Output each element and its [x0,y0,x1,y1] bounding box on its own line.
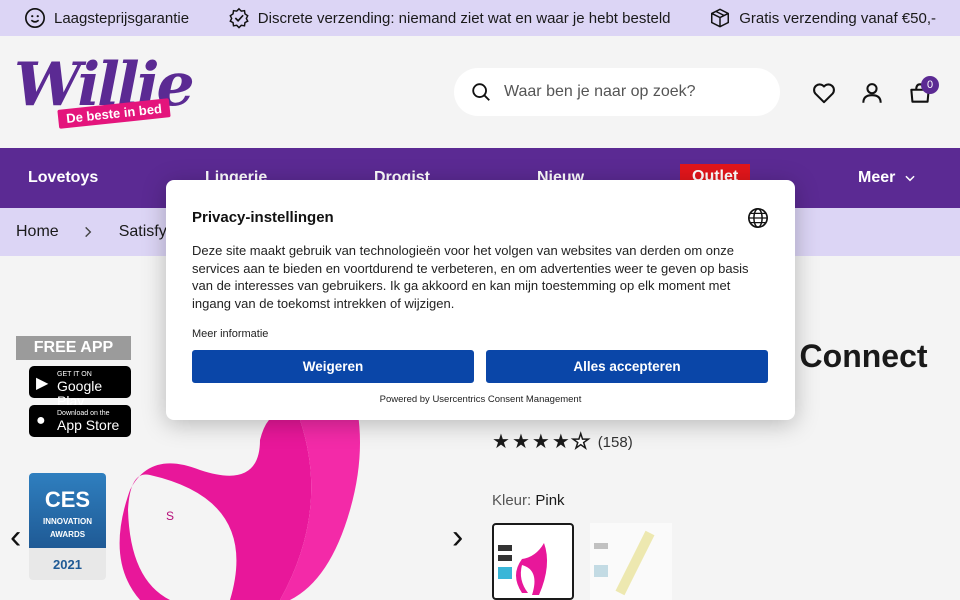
breadcrumb-home[interactable]: Home [16,223,59,241]
usp-item-discreet: Discrete verzending: niemand ziet wat en… [228,7,671,29]
google-play-icon: ▶ [36,375,49,392]
logo[interactable]: Willie De beste in bed [14,50,195,136]
usp-label: Gratis verzending vanaf €50,- [739,9,936,27]
apple-icon: ● [36,412,46,429]
gallery-next-arrow[interactable]: › [452,520,463,554]
nav-item-lovetoys[interactable]: Lovetoys [28,148,98,208]
color-selector-label: Kleur: Pink [492,492,565,509]
gallery-prev-arrow[interactable]: ‹ [10,520,21,554]
product-title: t Connect [780,338,928,374]
star-empty-icon: ★ [571,431,590,453]
nav-item-more[interactable]: Meer [858,148,917,208]
ces-title: CES [44,487,91,512]
package-icon [711,8,730,28]
star-icon: ★ [531,431,550,453]
search-input[interactable] [504,83,744,101]
swatch-thumbnail [594,530,655,596]
consent-title: Privacy-instellingen [192,209,334,226]
accept-all-button[interactable]: Alles accepteren [486,350,768,383]
review-count[interactable]: (158) [598,434,633,451]
usp-item-price: Laagsteprijsgarantie [24,7,189,29]
account-icon[interactable] [859,80,885,106]
color-swatch-pink[interactable] [492,523,574,600]
usp-label: Discrete verzending: niemand ziet wat en… [257,9,671,27]
free-app-label: FREE APP [16,336,131,360]
deny-button[interactable]: Weigeren [192,350,474,383]
color-swatch-yellow[interactable] [590,523,672,600]
heart-icon[interactable] [811,80,837,106]
swatch-thumbnail [498,543,548,595]
svg-text:S: S [166,509,174,523]
more-info-link[interactable]: Meer informatie [192,328,268,340]
search-bar[interactable] [454,68,780,116]
search-icon[interactable] [470,81,492,103]
chevron-right-icon [84,226,92,238]
ces-line1: INNOVATION [42,517,93,526]
color-value: Pink [535,492,565,509]
chevron-down-icon [905,175,915,182]
badge-check-icon [229,7,249,29]
star-icon: ★ [551,431,570,453]
cart-count-badge: 0 [921,76,939,94]
nav-more-label: Meer [858,169,896,186]
ces-year: 2021 [53,557,82,572]
breadcrumb-current[interactable]: Satisfy [119,223,167,241]
smiley-icon [25,8,45,28]
product-rating[interactable]: ★ ★ ★ ★ ★ (158) [492,431,633,453]
star-icon: ★ [492,431,510,453]
ces-line2: AWARDS [49,530,86,539]
consent-body: Deze site maakt gebruik van technologieë… [192,243,749,311]
consent-dialog: Privacy-instellingen Deze site maakt geb… [166,180,795,420]
star-icon: ★ [511,431,530,453]
site-header: Willie De beste in bed 0 [0,36,960,148]
usp-bar: Laagsteprijsgarantie Discrete verzending… [0,0,960,36]
color-label: Kleur: [492,492,532,509]
powered-by-text: Powered by Usercentrics Consent Manageme… [379,394,582,405]
ces-award-badge: CES INNOVATION AWARDS 2021 [29,473,106,580]
usp-item-shipping: Gratis verzending vanaf €50,- [709,7,936,29]
usp-label: Laagsteprijsgarantie [54,9,190,27]
globe-icon[interactable] [747,207,769,229]
